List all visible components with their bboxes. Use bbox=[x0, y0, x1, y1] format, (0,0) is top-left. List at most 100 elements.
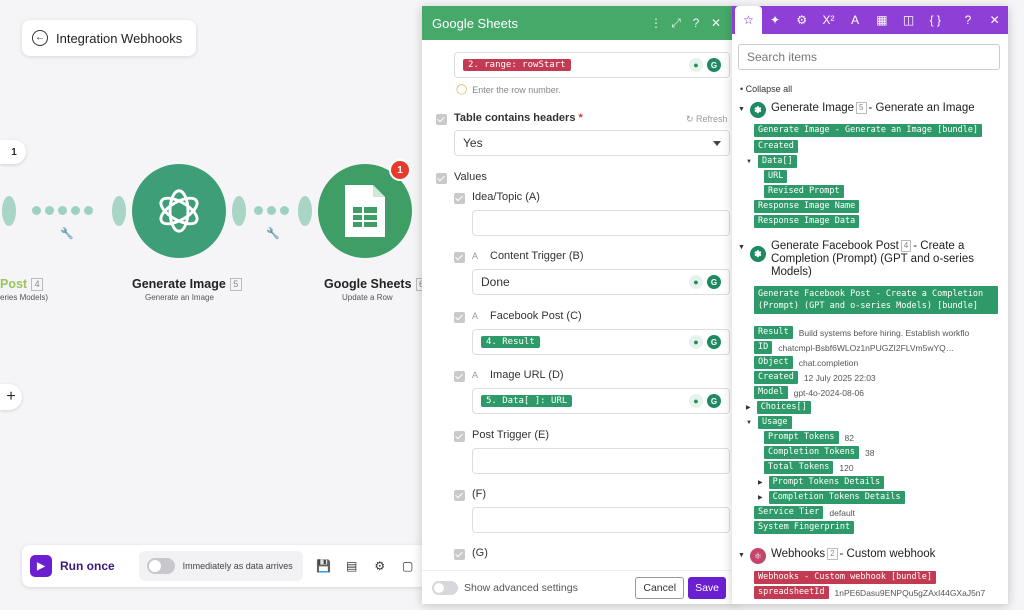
star-icon[interactable]: ☆ bbox=[735, 6, 762, 34]
close-icon[interactable]: ✕ bbox=[981, 6, 1008, 34]
breadcrumb[interactable]: ← Integration Webhooks bbox=[22, 20, 197, 56]
bulb-icon[interactable]: ● bbox=[689, 275, 703, 289]
braces-icon[interactable]: { } bbox=[922, 6, 949, 34]
cancel-button[interactable]: Cancel bbox=[635, 576, 685, 599]
text-icon[interactable]: A bbox=[842, 6, 869, 34]
field-label-a: Idea/Topic (A) bbox=[472, 191, 540, 203]
panel-body[interactable]: 2. range: rowStart ● G ◯ Enter the row nu… bbox=[422, 40, 736, 570]
tree-node[interactable]: URL bbox=[764, 170, 788, 183]
gear-icon[interactable]: ⚙ bbox=[788, 6, 815, 34]
field-checkbox[interactable] bbox=[454, 312, 465, 323]
tree-node[interactable]: ▶ Choices[] bbox=[746, 401, 811, 414]
tree-node[interactable]: Total Tokens 120 bbox=[764, 461, 854, 474]
headers-checkbox[interactable] bbox=[436, 114, 447, 125]
field-input-c[interactable]: 4. Result ● G bbox=[472, 329, 730, 355]
error-badge[interactable]: 1 bbox=[389, 159, 411, 181]
tree-node[interactable]: ▼ Usage bbox=[746, 416, 792, 429]
tree-node[interactable]: ID chatcmpl-Bsbf6WLOz1nPUGZI2FLVm5wYQ2KkT bbox=[754, 341, 958, 354]
field-checkbox[interactable] bbox=[454, 490, 465, 501]
generate-image-module[interactable] bbox=[132, 164, 226, 258]
math-icon[interactable]: X² bbox=[815, 6, 842, 34]
field-input-d[interactable]: 5. Data[ ]: URL ● G bbox=[472, 388, 730, 414]
values-checkbox[interactable] bbox=[436, 173, 447, 184]
save-disk-icon[interactable]: 💾 bbox=[316, 559, 331, 573]
close-icon[interactable]: ✕ bbox=[706, 16, 726, 30]
tree-node[interactable]: Result Build systems before hiring. Estab… bbox=[754, 326, 969, 339]
bulb-icon[interactable]: ● bbox=[689, 394, 703, 408]
route-dots[interactable] bbox=[32, 206, 93, 215]
row-number-input[interactable]: 2. range: rowStart ● G bbox=[454, 52, 730, 78]
field-checkbox[interactable] bbox=[454, 549, 465, 560]
tree-node[interactable]: Webhooks - Custom webhook [bundle] bbox=[754, 571, 936, 584]
wrench-icon[interactable]: 🔧 bbox=[60, 227, 74, 240]
field-checkbox[interactable] bbox=[454, 371, 465, 382]
ai-assist-icon[interactable]: G bbox=[707, 394, 721, 408]
tree-node[interactable]: System Fingerprint bbox=[754, 521, 855, 534]
tree-module-webhooks[interactable]: ▼ ⚛ Webhooks 2- Custom webhook bbox=[738, 548, 1000, 564]
tree-node[interactable]: Service Tier default bbox=[754, 506, 855, 519]
schedule-toggle[interactable]: Immediately as data arrives bbox=[138, 551, 303, 581]
sheets-icon bbox=[345, 185, 385, 237]
magic-icon[interactable]: ✦ bbox=[762, 6, 789, 34]
add-module-button[interactable]: + bbox=[0, 384, 22, 410]
ai-assist-icon[interactable]: G bbox=[707, 335, 721, 349]
tree-node[interactable]: Created 12 July 2025 22:03 bbox=[754, 371, 876, 384]
run-once-button[interactable]: ▶ Run once bbox=[30, 555, 115, 577]
tree-node[interactable]: Revised Prompt bbox=[764, 185, 844, 198]
tree-node[interactable]: Created bbox=[754, 140, 798, 153]
tree-node[interactable]: Model gpt-4o-2024-08-06 bbox=[754, 386, 864, 399]
field-checkbox[interactable] bbox=[454, 252, 465, 263]
schedule-switch[interactable] bbox=[146, 558, 175, 574]
result-pill[interactable]: 4. Result bbox=[481, 336, 540, 348]
save-button[interactable]: Save bbox=[688, 576, 726, 599]
text-type-icon: A bbox=[472, 370, 479, 380]
back-arrow-icon[interactable]: ← bbox=[32, 30, 48, 46]
field-checkbox[interactable] bbox=[454, 431, 465, 442]
tree-node[interactable]: Object chat.completion bbox=[754, 356, 858, 369]
openai-icon bbox=[159, 189, 199, 233]
tree-node[interactable]: Completion Tokens 38 bbox=[764, 446, 874, 459]
tree-node[interactable]: ▶ Completion Tokens Details bbox=[758, 491, 905, 504]
bottom-toolbar: ▶ Run once Immediately as data arrives 💾… bbox=[22, 545, 432, 587]
field-input-e[interactable] bbox=[472, 448, 730, 474]
wrench-icon[interactable]: 🔧 bbox=[266, 227, 280, 240]
image-url-pill[interactable]: 5. Data[ ]: URL bbox=[481, 395, 573, 407]
generate-image-title: Generate Image 5 bbox=[132, 277, 242, 291]
layout-icon[interactable]: ▤ bbox=[345, 559, 359, 573]
field-checkbox[interactable] bbox=[454, 193, 465, 204]
field-input-f[interactable] bbox=[472, 507, 730, 533]
tree-node[interactable]: Response Image Name bbox=[754, 200, 860, 213]
tree-node[interactable]: Prompt Tokens 82 bbox=[764, 431, 854, 444]
collapse-all-link[interactable]: • Collapse all bbox=[740, 84, 792, 94]
ai-assist-icon[interactable]: G bbox=[707, 58, 721, 72]
expand-icon[interactable]: ⤢ bbox=[666, 16, 686, 31]
tree-node[interactable]: ▼ Data[] bbox=[746, 155, 797, 168]
route-dots[interactable] bbox=[254, 206, 289, 215]
calendar-icon[interactable]: ▦ bbox=[869, 6, 896, 34]
field-input-a[interactable] bbox=[472, 210, 730, 236]
tree-module-generate-facebook-post[interactable]: ▼ ✽ Generate Facebook Post 4- Create a Com… bbox=[738, 240, 1000, 279]
bulb-icon[interactable]: ● bbox=[689, 335, 703, 349]
tree-node[interactable]: Generate Image - Generate an Image [bund… bbox=[754, 124, 983, 137]
tree-module-generate-image[interactable]: ▼ ✽ Generate Image 5- Generate an Image bbox=[738, 102, 1000, 118]
refresh-button[interactable]: ↻ Refresh bbox=[686, 114, 728, 125]
notes-icon[interactable]: ▢ bbox=[401, 559, 415, 573]
advanced-settings-toggle[interactable]: Show advanced settings bbox=[432, 580, 635, 595]
help-icon[interactable]: ? bbox=[686, 16, 706, 30]
more-options-icon[interactable]: ⋮ bbox=[646, 16, 666, 30]
tree-node[interactable]: spreadsheetId 1nPE6Dasu9ENPQu5gZAxI44GXaJ… bbox=[754, 586, 985, 599]
help-icon[interactable]: ? bbox=[955, 6, 982, 34]
search-input[interactable]: Search items bbox=[738, 44, 1000, 70]
tree-node[interactable]: Response Image Data bbox=[754, 215, 860, 228]
bulb-icon[interactable]: ● bbox=[689, 58, 703, 72]
module-connector bbox=[232, 196, 246, 226]
field-input-b[interactable]: Done ● G bbox=[472, 269, 730, 295]
tree-node[interactable]: Generate Facebook Post - Create a Comple… bbox=[754, 286, 998, 314]
gear-icon[interactable]: ⚙ bbox=[373, 559, 387, 573]
ai-assist-icon[interactable]: G bbox=[707, 275, 721, 289]
row-start-pill[interactable]: 2. range: rowStart bbox=[463, 59, 571, 71]
headers-select[interactable]: Yes bbox=[454, 130, 730, 156]
table-icon[interactable]: ◫ bbox=[895, 6, 922, 34]
tree-node[interactable]: ▶ Prompt Tokens Details bbox=[758, 476, 885, 489]
advanced-switch[interactable] bbox=[432, 580, 458, 595]
